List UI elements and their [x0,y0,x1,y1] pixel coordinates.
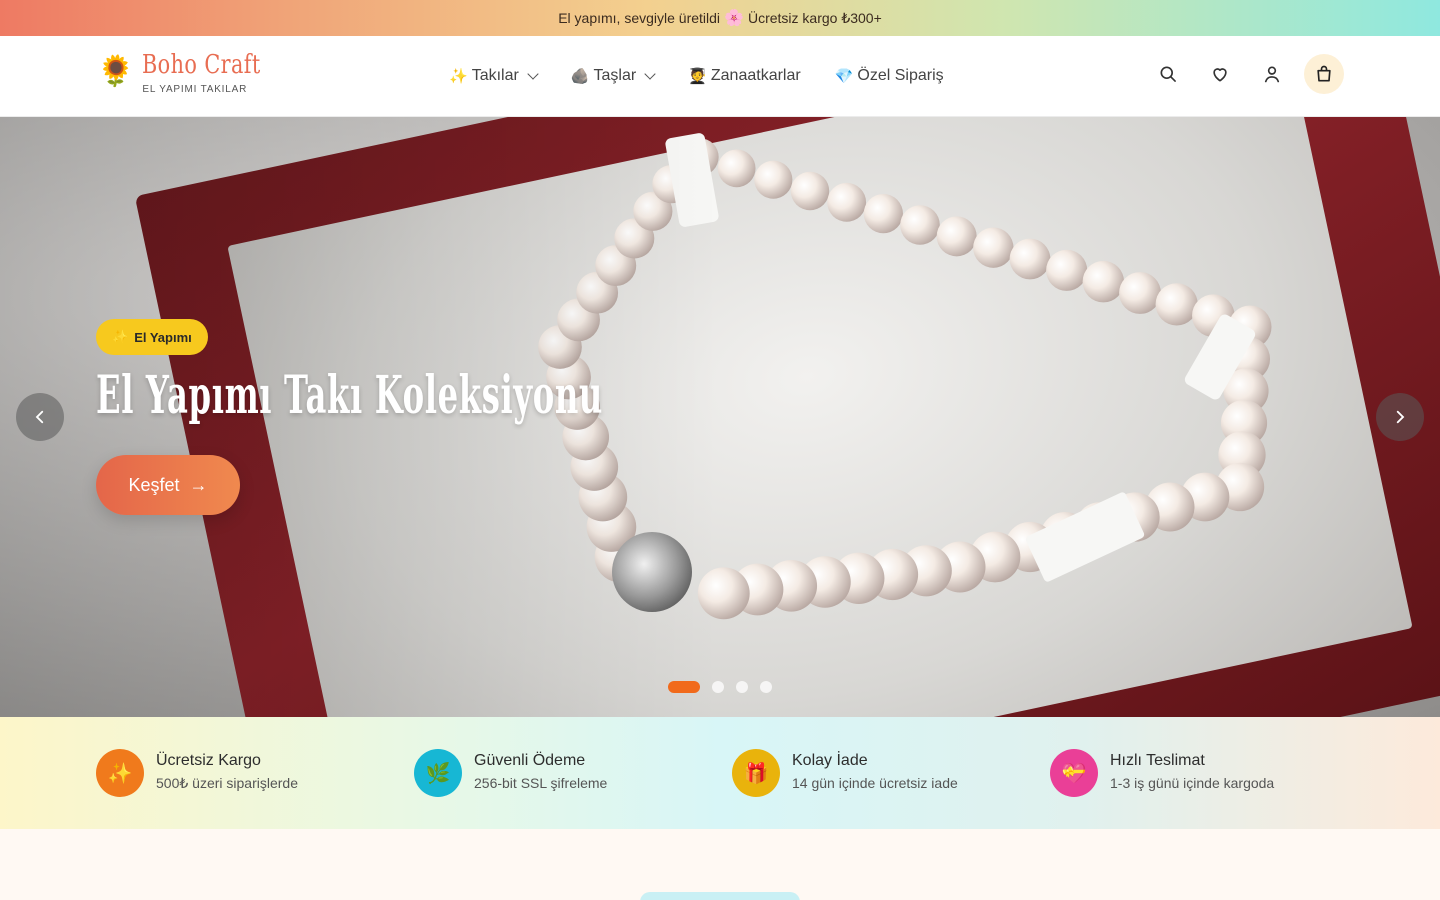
feature-title: Ücretsiz Kargo [156,752,261,769]
hero-badge: ✨ El Yapımı [96,319,208,355]
header-actions [1148,54,1344,94]
slide-dot[interactable] [760,681,772,693]
feature-easy-return: 🎁 Kolay İade 14 gün içinde ücretsiz iade [732,749,958,797]
wishlist-button[interactable] [1200,54,1240,94]
announcement-bar: El yapımı, sevgiyle üretildi 🌸 Ücretsiz … [0,0,1440,36]
slide-dot[interactable] [736,681,748,693]
leaf-icon: 🌿 [414,749,462,797]
feature-free-shipping: ✨ Ücretsiz Kargo 500₺ üzeri siparişlerde [96,749,298,797]
feature-title: Hızlı Teslimat [1110,752,1205,769]
nav-item-label: Taşlar [593,67,637,84]
prev-slide-button[interactable] [16,393,64,441]
nav-item-label: Takılar [471,67,519,84]
chevron-down-icon [527,68,539,80]
chevron-left-icon [35,410,44,424]
chevron-right-icon [1396,410,1405,424]
next-slide-button[interactable] [1376,393,1424,441]
feature-title: Kolay İade [792,752,868,769]
chevron-down-icon [644,68,656,80]
slide-indicators [668,681,772,693]
nav-item-label: Zanaatkarlar [710,67,801,84]
nav-item-takilar[interactable]: ✨ Takılar [449,67,539,85]
arrow-right-icon: → [189,474,208,495]
features-bar: ✨ Ücretsiz Kargo 500₺ üzeri siparişlerde… [0,717,1440,829]
main-nav: ✨ Takılar 🪨 Taşlar 🧑‍🎓 Zanaatkarlar 💎 Öz… [449,36,944,116]
sparkles-icon: ✨ [96,749,144,797]
feature-subtitle: 14 gün içinde ücretsiz iade [792,775,958,791]
nav-item-ozel-siparis[interactable]: 💎 Özel Sipariş [835,67,944,85]
feature-subtitle: 500₺ üzeri siparişlerde [156,775,298,791]
search-icon [1160,66,1176,82]
brand-name: Boho Craft [142,50,262,80]
feature-subtitle: 1-3 iş günü içinde kargoda [1110,775,1275,791]
feature-title: Güvenli Ödeme [474,752,586,769]
artisan-icon: 🧑‍🎓 [688,68,707,85]
rock-icon: 🪨 [570,68,590,85]
hero-title: El Yapımı Takı Koleksiyonu [96,365,603,426]
site-header: 🌻 Boho Craft EL YAPIMI TAKILAR ✨ Takılar… [0,36,1440,117]
search-button[interactable] [1148,54,1188,94]
feature-fast-delivery: 💝 Hızlı Teslimat 1-3 iş günü içinde karg… [1050,749,1274,797]
discover-button[interactable]: Keşfet → [96,455,240,515]
slide-dot[interactable] [712,681,724,693]
sparkles-icon: ✨ [112,329,129,344]
heart-icon [1213,68,1227,82]
shopping-bag-icon [1317,65,1331,82]
nav-item-zanaatkarlar[interactable]: 🧑‍🎓 Zanaatkarlar [688,67,801,85]
announcement-shipping: Ücretsiz kargo ₺300+ [747,9,882,26]
feature-subtitle: 256-bit SSL şifreleme [474,775,608,791]
gift-icon: 🎁 [732,749,780,797]
feature-secure-payment: 🌿 Güvenli Ödeme 256-bit SSL şifreleme [414,749,607,797]
flower-icon: 🌸 [724,10,744,27]
section-badge [640,892,800,900]
heart-gift-icon: 💝 [1050,749,1098,797]
sparkles-icon: ✨ [449,68,468,85]
gem-icon: 💎 [834,68,854,85]
brand-tagline: EL YAPIMI TAKILAR [142,84,248,95]
discover-button-label: Keşfet [128,474,180,495]
announcement-text: El yapımı, sevgiyle üretildi [558,10,721,26]
slide-dot[interactable] [668,681,700,693]
brand-logo-link[interactable]: 🌻 Boho Craft EL YAPIMI TAKILAR [97,48,291,96]
account-button[interactable] [1252,54,1292,94]
hero-slider: ✨ El Yapımı El Yapımı Takı Koleksiyonu K… [0,117,1440,717]
hero-badge-label: El Yapımı [134,329,192,345]
user-icon [1264,66,1280,83]
cart-button[interactable] [1304,54,1344,94]
sunflower-icon: 🌻 [97,54,135,89]
nav-item-label: Özel Sipariş [857,67,944,84]
nav-item-taslar[interactable]: 🪨 Taşlar [570,67,656,85]
